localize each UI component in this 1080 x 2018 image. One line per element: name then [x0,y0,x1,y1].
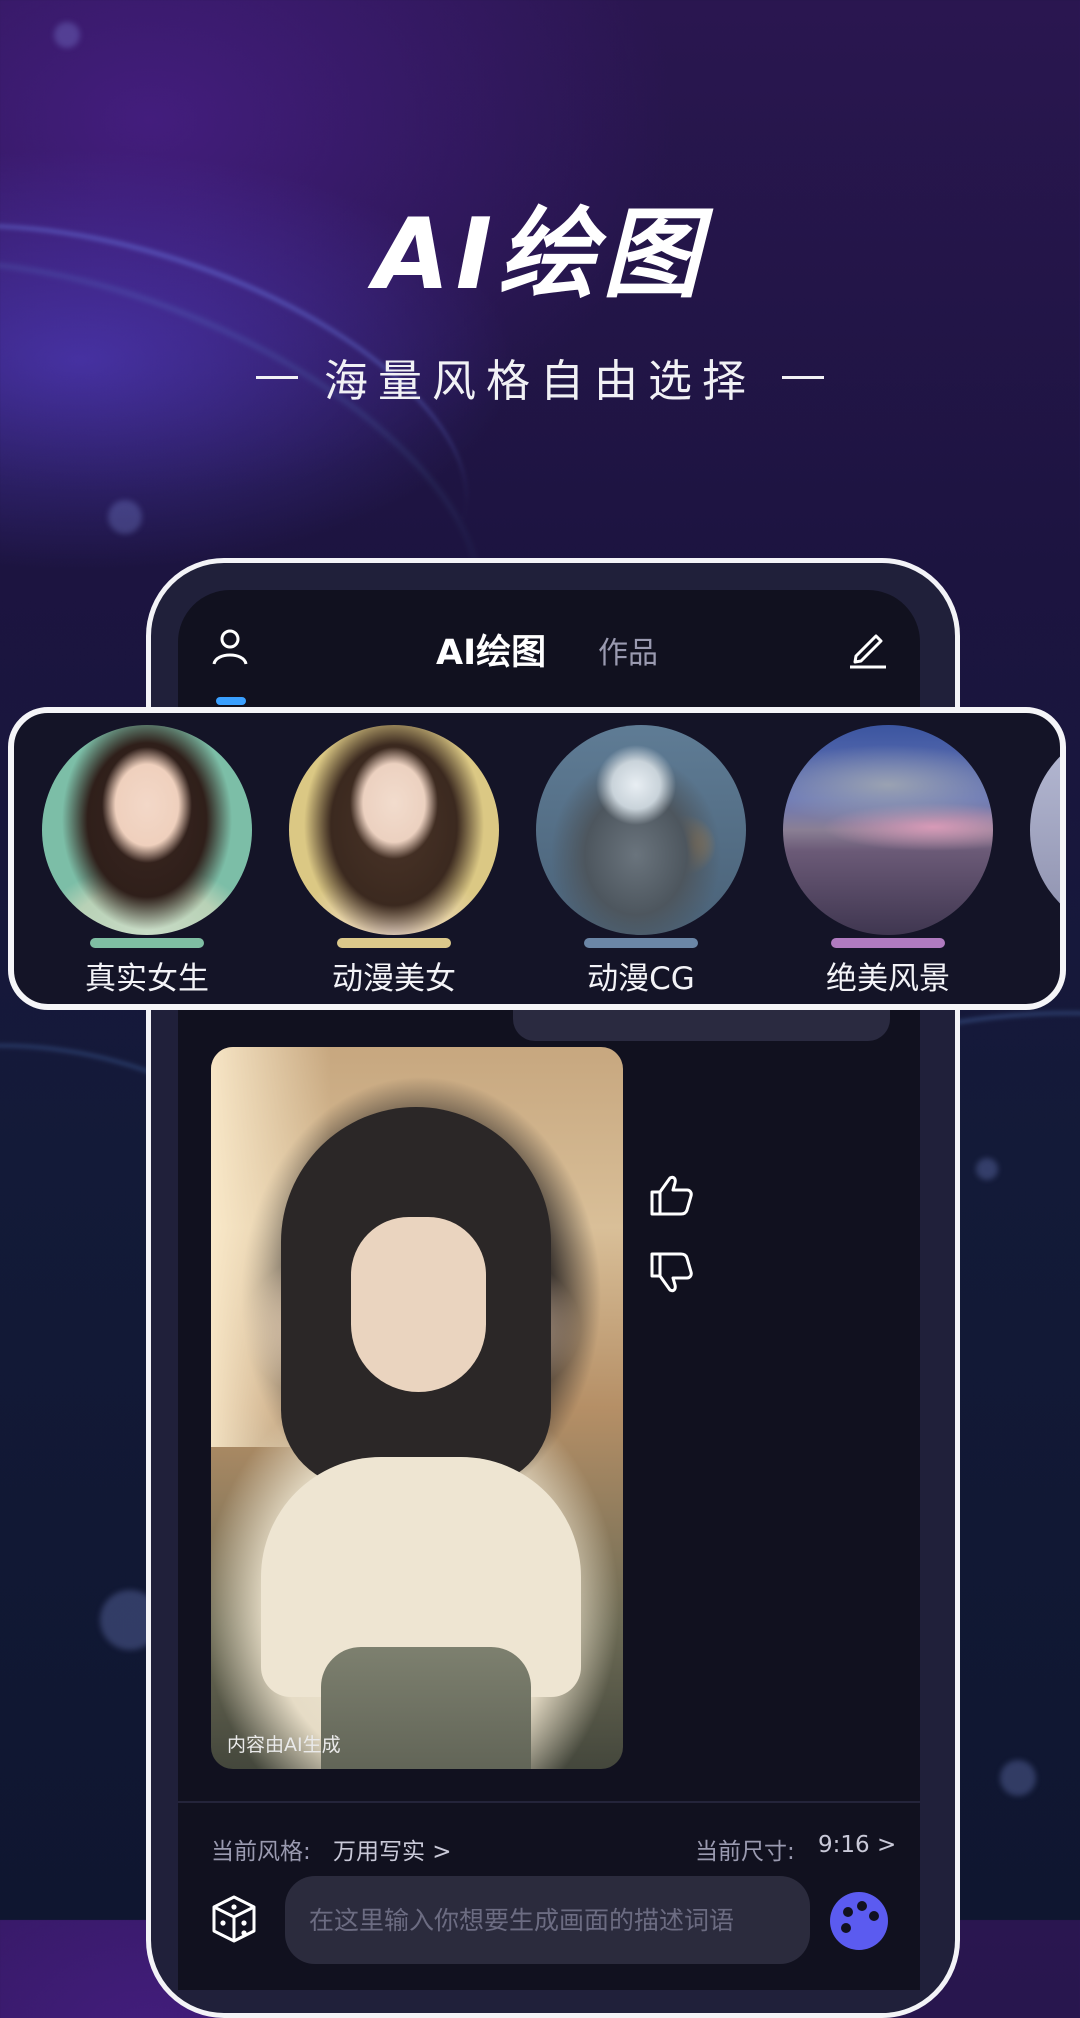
style-picker-panel: 真实女生 动漫美女 动漫CG 绝美风景 [8,707,1066,1010]
style-label: 绝美风景 [826,961,950,997]
style-underline [584,938,698,948]
bg-bokeh [976,1158,998,1180]
generated-image[interactable]: 内容由AI生成 [211,1047,623,1769]
style-option-anime-girl[interactable]: 动漫美女 [289,725,503,1004]
image-skirt [321,1647,531,1769]
style-thumbnail [42,725,252,935]
edit-icon[interactable] [846,626,890,670]
style-label: 动漫美女 [332,961,456,997]
bg-bokeh [1000,1760,1036,1796]
top-bar: AI绘图 作品 [178,590,920,710]
hero-subtitle-row: 海量风格自由选择 [0,345,1080,409]
tab-ai-draw[interactable]: AI绘图 [436,624,546,675]
style-underline [90,938,204,948]
style-underline [831,938,945,948]
hero-subtitle: 海量风格自由选择 [324,356,756,407]
thumbs-down-icon[interactable] [648,1250,694,1296]
style-thumbnail [289,725,499,935]
tab-indicator [216,697,246,705]
current-size-selector[interactable]: 9:16 > [818,1832,896,1858]
style-thumbnail [536,725,746,935]
image-face [351,1217,486,1392]
style-label: 真实女生 [85,961,209,997]
tab-works[interactable]: 作品 [598,628,658,672]
palette-generate-button[interactable] [828,1890,890,1952]
style-label: 动漫CG [587,961,695,997]
style-thumbnail [1030,725,1060,935]
thumbs-up-icon[interactable] [648,1172,694,1218]
bg-bokeh [54,22,80,48]
hero-title: AI绘图 [373,198,707,312]
dash-decoration [256,375,298,379]
ai-generated-caption: 内容由AI生成 [227,1734,341,1756]
bg-bokeh [108,500,142,534]
input-bar-behind [513,1005,890,1041]
current-style-selector[interactable]: 万用写实 > [333,1832,452,1866]
style-option-more[interactable] [1030,725,1060,1004]
divider [178,1801,920,1803]
dash-decoration [782,375,824,379]
style-underline [337,938,451,948]
style-option-real-girl[interactable]: 真实女生 [42,725,256,1004]
style-option-anime-cg[interactable]: 动漫CG [536,725,750,1004]
current-size-label: 当前尺寸: [695,1839,795,1865]
user-profile-icon[interactable] [210,626,250,666]
random-dice-icon[interactable] [208,1893,260,1945]
prompt-input[interactable] [285,1876,810,1964]
current-style-label: 当前风格: [211,1839,311,1865]
style-option-scenery[interactable]: 绝美风景 [783,725,997,1004]
style-thumbnail [783,725,993,935]
